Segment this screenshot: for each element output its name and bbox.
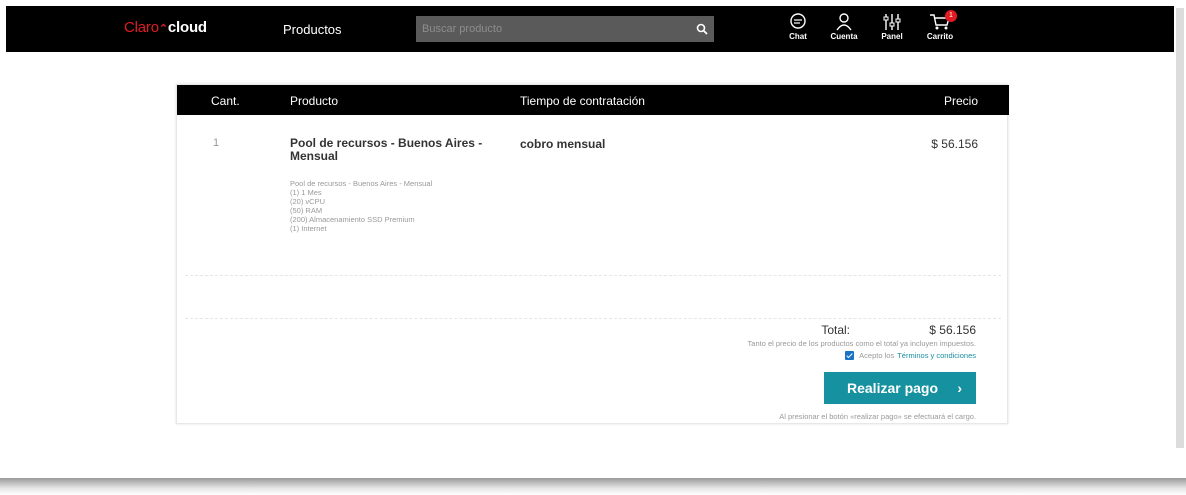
row-divider xyxy=(185,275,1001,276)
cart-count-badge: 1 xyxy=(945,10,957,22)
panel-icon xyxy=(883,14,901,30)
total-label: Total: xyxy=(821,323,850,337)
cuenta-label: Cuenta xyxy=(830,32,858,41)
header-product: Producto xyxy=(290,94,339,108)
detail-line: (1) Internet xyxy=(290,224,327,233)
row-qty: 1 xyxy=(213,137,220,149)
row-term: cobro mensual xyxy=(520,137,606,151)
detail-line: Pool de recursos - Buenos Aires - Mensua… xyxy=(290,179,433,188)
top-navigation: Claro⌃cloud Productos Chat Cuenta Panel … xyxy=(6,6,1174,52)
terms-link[interactable]: Términos y condiciones xyxy=(897,351,976,360)
carrito-label: Carrito xyxy=(926,32,954,41)
detail-line: (1) 1 Mes xyxy=(290,188,322,197)
user-icon xyxy=(836,13,852,31)
terms-prefix: Acepto los xyxy=(859,351,895,360)
terms-row: Acepto los Términos y condiciones xyxy=(845,351,976,360)
search-input[interactable] xyxy=(422,16,682,42)
browser-viewport: Claro⌃cloud Productos Chat Cuenta Panel … xyxy=(6,6,1174,478)
nav-panel[interactable]: Panel xyxy=(872,13,912,47)
nav-chat[interactable]: Chat xyxy=(778,13,818,47)
nav-productos[interactable]: Productos xyxy=(283,22,342,37)
detail-line: (20) vCPU xyxy=(290,197,326,206)
terms-checkbox[interactable] xyxy=(845,351,855,360)
header-qty: Cant. xyxy=(211,94,240,108)
claro-cloud-logo[interactable]: Claro⌃cloud xyxy=(124,19,207,36)
panel-label: Panel xyxy=(881,32,903,41)
chat-icon xyxy=(790,13,806,29)
chevron-right-icon: › xyxy=(957,380,962,396)
chat-label: Chat xyxy=(789,32,807,41)
cart-table-header: Cant. Producto Tiempo de contratación Pr… xyxy=(177,85,1009,115)
row-divider xyxy=(185,318,1001,319)
product-details: Pool de recursos - Buenos Aires - Mensua… xyxy=(290,179,432,233)
product-name: Pool de recursos - Buenos Aires - Mensua… xyxy=(290,136,483,163)
cart-panel: Cant. Producto Tiempo de contratación Pr… xyxy=(176,84,1009,424)
header-term: Tiempo de contratación xyxy=(520,94,645,108)
nav-cuenta[interactable]: Cuenta xyxy=(824,13,864,47)
pay-note: Al presionar el botón «realizar pago» se… xyxy=(779,412,976,421)
search-bar xyxy=(416,16,714,42)
header-price: Precio xyxy=(943,94,978,108)
row-price: $ 56.156 xyxy=(931,137,978,151)
pay-button-label: Realizar pago xyxy=(847,380,939,396)
total-block: Total: $ 56.156 xyxy=(576,323,976,337)
tax-note: Tanto el precio de los productos como el… xyxy=(747,339,976,348)
detail-line: (50) RAM xyxy=(290,206,323,215)
total-value: $ 56.156 xyxy=(929,323,976,337)
nav-carrito[interactable]: 1 Carrito xyxy=(920,10,960,47)
realizar-pago-button[interactable]: Realizar pago › xyxy=(824,372,976,404)
scrollbar[interactable] xyxy=(1176,8,1184,448)
window-shadow xyxy=(0,478,1186,495)
detail-line: (200) Almacenamiento SSD Premium xyxy=(290,215,415,224)
search-icon[interactable] xyxy=(696,22,710,36)
